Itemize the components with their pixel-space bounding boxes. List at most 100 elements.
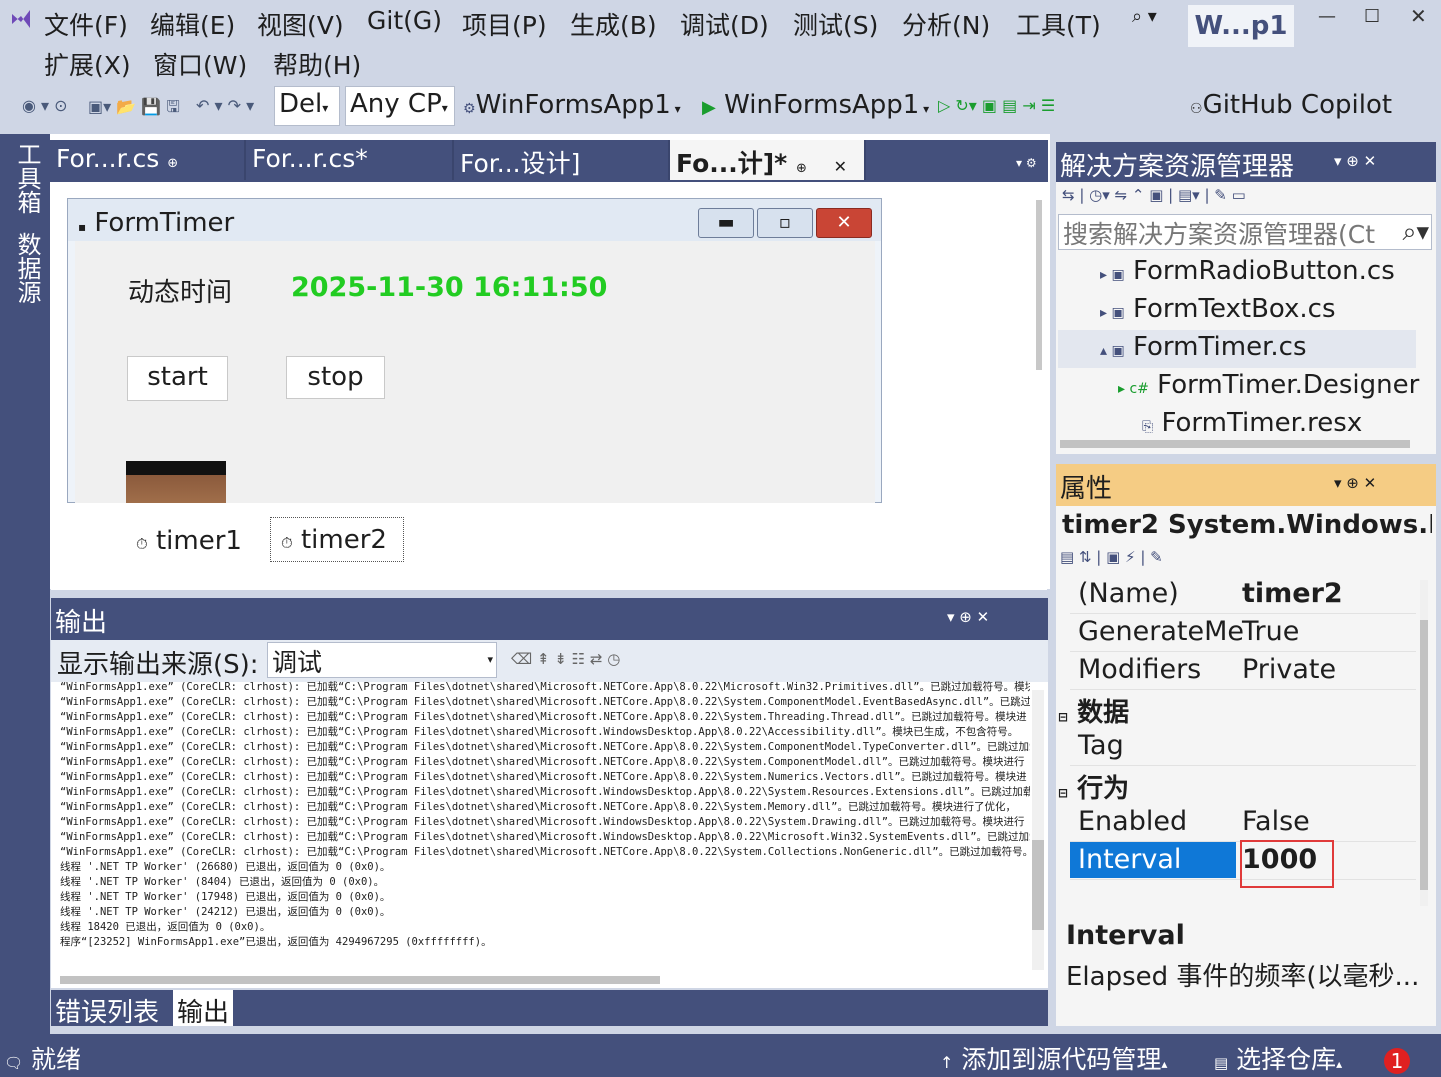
property-description-title: Interval [1066, 920, 1185, 951]
datasource-tab[interactable]: 数据源 [10, 232, 45, 304]
prop-row-modifiers[interactable]: Modifiers Private [1070, 652, 1416, 690]
timer2-component[interactable]: ⏱ timer2 [270, 517, 404, 562]
prop-row-name[interactable]: (Name) timer2 [1070, 576, 1416, 614]
output-source-select[interactable]: 调试 ▾ [267, 642, 497, 678]
solution-search-input[interactable]: 搜索解决方案资源管理器(Ct ⌕▾ [1058, 214, 1432, 250]
output-line: “WinFormsApp1.exe” (CoreCLR: clrhost): 已… [60, 801, 1016, 813]
form-icon: ▪ [78, 220, 87, 234]
solution-item-formtextbox[interactable]: ▸ ▣ FormTextBox.cs [1100, 294, 1336, 324]
prop-category-data[interactable]: ⊟ 数据 [1058, 692, 1129, 729]
toolbox-tab[interactable]: 工具箱 [10, 142, 45, 214]
close-icon[interactable]: ✕ [1410, 4, 1427, 28]
output-line: “WinFormsApp1.exe” (CoreCLR: clrhost): 已… [60, 741, 1030, 753]
tab-error-list[interactable]: 错误列表 [55, 992, 159, 1029]
output-line: 线程 '.NET TP Worker' (8404) 已退出，返回值为 0 (0… [60, 876, 385, 888]
properties-header: 属性 ▾ ⊕ ✕ [1056, 464, 1436, 506]
tab-formtimer-cs[interactable]: For...r.cs ⊕ [50, 140, 246, 180]
prop-row-tag[interactable]: Tag [1070, 728, 1416, 766]
maximize-icon[interactable]: ☐ [1364, 6, 1380, 27]
solution-item-formtimer-designer[interactable]: ▸ c# FormTimer.Designer [1118, 370, 1419, 400]
dynamic-time-label: 动态时间 [128, 278, 233, 308]
solution-hscrollbar[interactable] [1060, 440, 1410, 448]
add-to-source-control[interactable]: ↑ 添加到源代码管理▴ [940, 1040, 1167, 1076]
timer-icon: ⏱ [136, 535, 148, 553]
timer1-component[interactable]: ⏱ timer1 [136, 526, 242, 556]
properties-object-select[interactable]: timer2 System.Windows.For▾ [1062, 510, 1432, 540]
select-repository[interactable]: ▤ 选择仓库▴ [1214, 1040, 1342, 1076]
output-tool-icons[interactable]: ⌫ ⇞ ⇟ ☷ ⇄ ◷ [511, 650, 620, 668]
configuration-select[interactable]: Del▾ [274, 86, 340, 126]
search-icon[interactable]: ⌕ ▾ [1132, 6, 1157, 27]
prop-row-enabled[interactable]: Enabled False [1070, 804, 1416, 842]
output-text[interactable]: “WinFormsApp1.exe” (CoreCLR: clrhost): 已… [60, 680, 1030, 972]
solution-explorer-title: 解决方案资源管理器 [1060, 152, 1295, 182]
github-copilot-button[interactable]: ⚇GitHub Copilot [1190, 90, 1392, 120]
output-vscrollbar[interactable] [1032, 690, 1044, 970]
tab-overflow-icon[interactable]: ▾ ⚙ [1016, 156, 1037, 170]
output-line: “WinFormsApp1.exe” (CoreCLR: clrhost): 已… [60, 726, 1019, 738]
start-without-debug-icon[interactable]: ▷ ↻▾ ▣ ▤ ⇥ ☰ [938, 96, 1055, 115]
output-hscrollbar[interactable] [60, 976, 660, 984]
prop-row-generatemember[interactable]: GenerateMe True [1070, 614, 1416, 652]
time-display-label: 2025-11-30 16:11:50 [291, 272, 608, 303]
status-bar: 🗨 就绪 ↑ 添加到源代码管理▴ ▤ 选择仓库▴ 1 [0, 1034, 1441, 1077]
menu-window[interactable]: 窗口(W) [153, 46, 247, 82]
solution-item-formtimer[interactable]: ▴ ▣ FormTimer.cs [1100, 332, 1307, 362]
play-icon: ▶ [702, 97, 716, 118]
menu-git[interactable]: Git(G) [367, 6, 442, 35]
menu-analyze[interactable]: 分析(N) [902, 6, 990, 42]
solution-item-formradiobutton[interactable]: ▸ ▣ FormRadioButton.cs [1100, 256, 1395, 286]
prop-category-behavior[interactable]: ⊟ 行为 [1058, 768, 1129, 805]
platform-select[interactable]: Any CP▾ [345, 86, 455, 126]
menu-tools[interactable]: 工具(T) [1016, 6, 1101, 42]
menu-view[interactable]: 视图(V) [257, 6, 344, 42]
start-debug-button[interactable]: ▶ WinFormsApp1 ▾ [702, 90, 929, 120]
form-minimize-button[interactable]: ▬ [698, 208, 754, 238]
output-line: “WinFormsApp1.exe” (CoreCLR: clrhost): 已… [60, 681, 1030, 693]
tab-formtimer-cs-modified[interactable]: For...r.cs* [246, 140, 454, 180]
menu-debug[interactable]: 调试(D) [680, 6, 769, 42]
timer-icon: ⏱ [281, 534, 293, 552]
solution-explorer-controls[interactable]: ▾ ⊕ ✕ [1334, 152, 1376, 170]
menu-project[interactable]: 项目(P) [462, 6, 547, 42]
back-icon[interactable]: ◉ ▾ ⊙ [22, 96, 68, 115]
menu-test[interactable]: 测试(S) [793, 6, 878, 42]
output-line: “WinFormsApp1.exe” (CoreCLR: clrhost): 已… [60, 696, 1030, 708]
prop-row-interval[interactable]: Interval 1000 [1070, 840, 1416, 888]
picture-box[interactable] [126, 461, 226, 503]
stop-button[interactable]: stop [286, 356, 385, 399]
up-arrow-icon: ↑ [940, 1053, 954, 1072]
properties-controls[interactable]: ▾ ⊕ ✕ [1334, 474, 1376, 492]
output-line: 线程 '.NET TP Worker' (17948) 已退出，返回值为 0 (… [60, 891, 391, 903]
menu-extensions[interactable]: 扩展(X) [44, 46, 131, 82]
tab-formtimer-design-active[interactable]: Fo...计]* ⊕ ✕ [670, 140, 866, 180]
properties-toolbar[interactable]: ▤ ⇅ | ▣ ⚡ | ✎ [1060, 548, 1163, 566]
menu-file[interactable]: 文件(F) [44, 6, 128, 42]
status-ready: 🗨 就绪 [4, 1045, 82, 1074]
form-close-button[interactable]: ✕ [816, 208, 872, 238]
tab-formtimer-design[interactable]: For...设计] [454, 140, 670, 180]
minimize-icon[interactable]: — [1318, 6, 1336, 27]
solution-name-badge[interactable]: W...p1 [1188, 5, 1294, 47]
properties-scrollbar[interactable] [1420, 580, 1428, 906]
output-toolbar: 显示输出来源(S): 调试 ▾ ⌫ ⇞ ⇟ ☷ ⇄ ◷ [51, 640, 1048, 682]
notification-badge[interactable]: 1 [1384, 1048, 1410, 1074]
menu-edit[interactable]: 编辑(E) [150, 6, 235, 42]
form-maximize-button[interactable]: ▫ [757, 208, 813, 238]
menu-help[interactable]: 帮助(H) [273, 46, 361, 82]
solution-item-formtimer-resx[interactable]: ⎘ FormTimer.resx [1142, 408, 1362, 438]
design-scrollbar[interactable] [1036, 200, 1042, 370]
output-window-controls[interactable]: ▾ ⊕ ✕ [947, 608, 989, 626]
new-project-icon[interactable]: ▣▾ 📂 💾 🖫 [88, 96, 180, 123]
start-button[interactable]: start [127, 356, 228, 401]
undo-icon[interactable]: ↶ ▾ ↷ ▾ [196, 96, 254, 115]
search-icon: ⌕▾ [1402, 217, 1429, 246]
startup-project-select[interactable]: ⚙WinFormsApp1 ▾ [463, 90, 681, 120]
close-tab-icon[interactable]: ✕ [834, 157, 847, 176]
output-line: “WinFormsApp1.exe” (CoreCLR: clrhost): 已… [60, 831, 1030, 843]
pin-icon[interactable]: ⊕ [796, 161, 807, 176]
solution-explorer-toolbar[interactable]: ⇆ | ◷▾ ⇋ ⌃ ▣ | ▤▾ | ✎ ▭ [1062, 186, 1246, 204]
visual-studio-logo-icon[interactable] [8, 6, 34, 32]
tab-output[interactable]: 输出 [173, 990, 234, 1028]
menu-build[interactable]: 生成(B) [570, 6, 657, 42]
